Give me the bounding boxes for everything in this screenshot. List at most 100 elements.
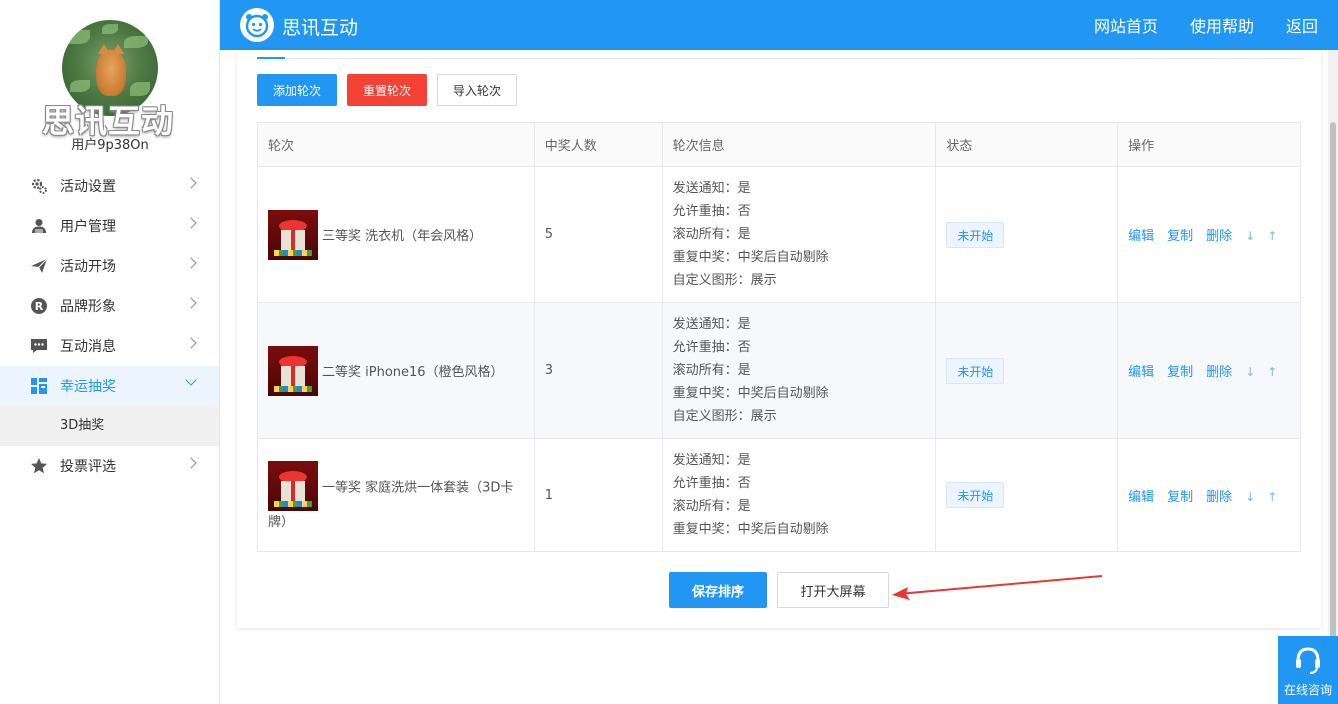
nav-help-link[interactable]: 使用帮助 — [1190, 13, 1254, 37]
sidebar-item-label: 互动消息 — [60, 339, 116, 355]
sidebar-item-interactive-messages[interactable]: 互动消息 — [0, 326, 219, 366]
star-icon — [30, 457, 48, 475]
sidebar-item-user-management[interactable]: 用户管理 — [0, 206, 219, 246]
chevron-right-icon — [185, 337, 197, 349]
row-actions: 编辑 复制 删除 ↓ ↑ — [1117, 438, 1301, 552]
table-row: 二等奖 iPhone16（橙色风格） 3 发送通知：是 允许重抽：否 滚动所有：… — [257, 302, 1301, 439]
round-info: 发送通知：是 允许重抽：否 滚动所有：是 重复中奖：中奖后自动剔除 自定义图形：… — [661, 302, 937, 439]
nav-home-link[interactable]: 网站首页 — [1094, 13, 1158, 37]
edit-link[interactable]: 编辑 — [1128, 229, 1154, 244]
user-icon — [30, 217, 48, 235]
sidebar-item-activity-settings[interactable]: 活动设置 — [0, 166, 219, 206]
info-line: 重复中奖：中奖后自动剔除 — [672, 250, 829, 265]
copy-link[interactable]: 复制 — [1167, 229, 1193, 244]
gear-icon — [30, 177, 48, 195]
sidebar-item-brand-image[interactable]: R 品牌形象 — [0, 286, 219, 326]
delete-link[interactable]: 删除 — [1206, 490, 1232, 505]
info-line: 重复中奖：中奖后自动剔除 — [672, 522, 829, 537]
info-line: 重复中奖：中奖后自动剔除 — [672, 386, 829, 401]
winner-count: 1 — [533, 438, 663, 552]
column-header: 状态 — [935, 122, 1119, 167]
logo-icon[interactable] — [240, 8, 274, 42]
info-line: 滚动所有：是 — [672, 499, 751, 514]
prize-cell: 二等奖 iPhone16（橙色风格） — [268, 345, 524, 396]
round-info: 发送通知：是 允许重抽：否 滚动所有：是 重复中奖：中奖后自动剔除 — [661, 438, 937, 552]
sidebar-item-lucky-draw[interactable]: 幸运抽奖 — [0, 366, 219, 406]
chevron-down-icon — [185, 374, 197, 386]
page-scrollbar[interactable] — [1328, 50, 1338, 704]
tab-divider — [257, 58, 1301, 59]
online-consult-button[interactable]: 在线咨询 — [1278, 636, 1338, 704]
status-badge: 未开始 — [946, 482, 1005, 508]
info-line: 允许重抽：否 — [672, 340, 751, 355]
info-line: 自定义图形：展示 — [672, 409, 777, 424]
sidebar-item-activity-opening[interactable]: 活动开场 — [0, 246, 219, 286]
lottery-icon — [30, 377, 48, 395]
sidebar-subitem-3d-draw[interactable]: 3D抽奖 — [0, 406, 219, 446]
registered-icon: R — [30, 297, 48, 315]
info-line: 滚动所有：是 — [672, 363, 751, 378]
consult-label: 在线咨询 — [1283, 683, 1332, 697]
rounds-table: 轮次 中奖人数 轮次信息 状态 操作 三等奖 洗衣机（年会风格） 5 发送通知：… — [257, 122, 1301, 552]
prize-cell: 一等奖 家庭洗烘一体套装（3D卡牌） — [268, 460, 524, 530]
username: 用户9p38On — [71, 138, 149, 153]
sidebar-item-voting[interactable]: 投票评选 — [0, 446, 219, 486]
round-info: 发送通知：是 允许重抽：否 滚动所有：是 重复中奖：中奖后自动剔除 自定义图形：… — [661, 166, 937, 303]
prize-name: 二等奖 iPhone16（橙色风格） — [322, 365, 504, 380]
save-order-button[interactable]: 保存排序 — [669, 572, 767, 608]
sidebar-item-label: 幸运抽奖 — [60, 379, 116, 395]
info-line: 发送通知：是 — [672, 317, 751, 332]
row-actions: 编辑 复制 删除 ↓ ↑ — [1117, 302, 1301, 439]
delete-link[interactable]: 删除 — [1206, 229, 1232, 244]
move-up-icon[interactable]: ↑ — [1267, 365, 1277, 379]
status-badge: 未开始 — [946, 357, 1005, 384]
column-header: 操作 — [1117, 122, 1301, 167]
move-up-icon[interactable]: ↑ — [1267, 490, 1277, 504]
sidebar-menu: 活动设置 用户管理 活动开场 R 品牌形象 互动消息 幸运抽奖 3D抽奖 投票评… — [0, 166, 219, 486]
chevron-right-icon — [185, 297, 197, 309]
sidebar-item-label: 活动设置 — [60, 179, 116, 195]
import-round-button[interactable]: 导入轮次 — [437, 74, 517, 106]
sidebar: 思讯互动 用户9p38On 活动设置 用户管理 活动开场 R 品牌形象 互动消息… — [0, 0, 220, 704]
headset-icon — [1296, 647, 1320, 674]
tab-active-indicator — [257, 57, 285, 59]
main-card: 添加轮次 重置轮次 导入轮次 轮次 中奖人数 轮次信息 状态 操作 三等奖 洗衣… — [237, 50, 1321, 628]
sidebar-item-label: 品牌形象 — [60, 299, 116, 315]
column-header: 轮次 — [257, 122, 535, 167]
chevron-right-icon — [185, 217, 197, 229]
info-line: 允许重抽：否 — [672, 204, 751, 219]
info-line: 发送通知：是 — [672, 181, 751, 196]
delete-link[interactable]: 删除 — [1206, 365, 1232, 380]
brand-title: 思讯互动 — [282, 17, 359, 39]
winner-count: 3 — [533, 302, 663, 439]
edit-link[interactable]: 编辑 — [1128, 365, 1154, 380]
reset-round-button[interactable]: 重置轮次 — [347, 74, 427, 106]
open-big-screen-button[interactable]: 打开大屏幕 — [777, 572, 889, 608]
move-down-icon[interactable]: ↓ — [1245, 490, 1255, 504]
column-header: 中奖人数 — [533, 122, 663, 167]
gift-thumbnail — [268, 460, 318, 511]
annotation-arrow-icon — [892, 575, 1103, 600]
nav-back-link[interactable]: 返回 — [1286, 13, 1318, 37]
top-header: 思讯互动 网站首页 使用帮助 返回 — [220, 0, 1338, 50]
table-row: 一等奖 家庭洗烘一体套装（3D卡牌） 1 发送通知：是 允许重抽：否 滚动所有：… — [257, 438, 1301, 552]
info-line: 滚动所有：是 — [672, 227, 751, 242]
chevron-right-icon — [185, 177, 197, 189]
copy-link[interactable]: 复制 — [1167, 490, 1193, 505]
move-down-icon[interactable]: ↓ — [1245, 229, 1255, 243]
add-round-button[interactable]: 添加轮次 — [257, 74, 337, 106]
move-down-icon[interactable]: ↓ — [1245, 365, 1255, 379]
chevron-right-icon — [185, 257, 197, 269]
header-nav: 网站首页 使用帮助 返回 — [1094, 0, 1338, 50]
chevron-right-icon — [185, 457, 197, 469]
gift-thumbnail — [268, 345, 318, 396]
prize-cell: 三等奖 洗衣机（年会风格） — [268, 209, 524, 260]
move-up-icon[interactable]: ↑ — [1267, 229, 1277, 243]
info-line: 发送通知：是 — [672, 453, 751, 468]
table-row: 三等奖 洗衣机（年会风格） 5 发送通知：是 允许重抽：否 滚动所有：是 重复中… — [257, 166, 1301, 303]
edit-link[interactable]: 编辑 — [1128, 490, 1154, 505]
winner-count: 5 — [533, 166, 663, 303]
sidebar-item-label: 用户管理 — [60, 219, 116, 235]
copy-link[interactable]: 复制 — [1167, 365, 1193, 380]
scrollbar-thumb[interactable] — [1330, 122, 1336, 652]
